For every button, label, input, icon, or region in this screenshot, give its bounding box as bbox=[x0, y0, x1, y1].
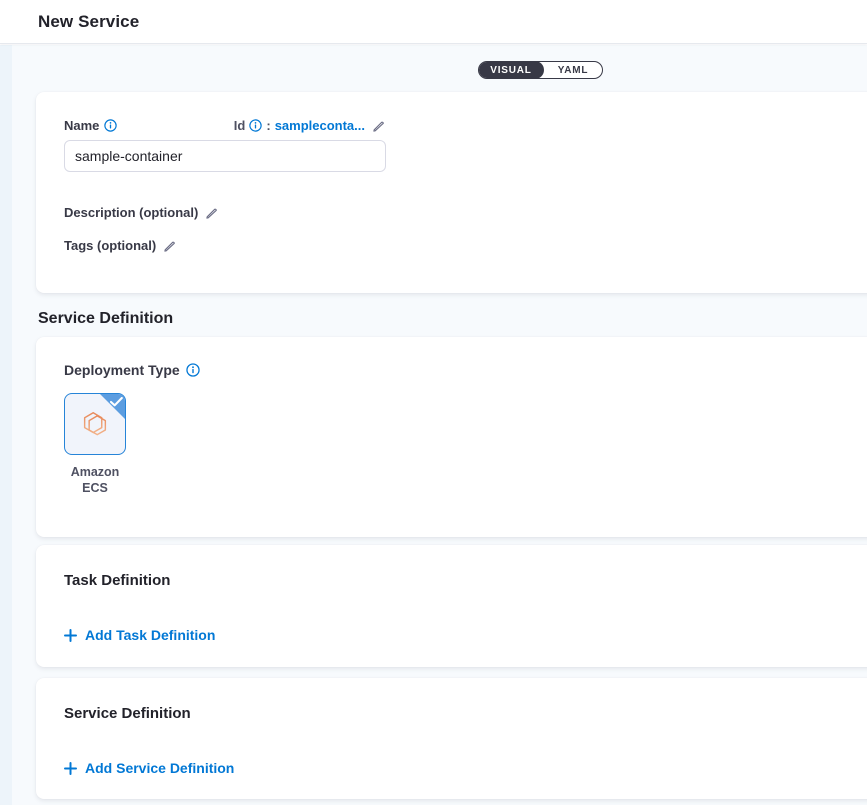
name-info-icon[interactable] bbox=[104, 119, 117, 132]
page-title: New Service bbox=[38, 12, 139, 32]
description-edit-pencil-icon[interactable] bbox=[205, 206, 219, 220]
deployment-option-amazon-ecs: Amazon ECS bbox=[64, 393, 126, 496]
service-definition-card: Service Definition Add Service Definitio… bbox=[36, 678, 867, 799]
add-task-definition-label: Add Task Definition bbox=[85, 627, 215, 643]
amazon-ecs-tile[interactable] bbox=[64, 393, 126, 455]
deployment-type-card: Deployment Type bbox=[36, 337, 867, 537]
id-info-icon[interactable] bbox=[249, 119, 262, 132]
tags-optional-row: Tags (optional) bbox=[64, 238, 177, 253]
service-name-input[interactable] bbox=[64, 140, 386, 172]
service-definition-heading: Service Definition bbox=[64, 705, 867, 722]
name-label-group: Name bbox=[64, 118, 117, 133]
toggle-yaml[interactable]: YAML bbox=[544, 62, 602, 78]
tags-edit-pencil-icon[interactable] bbox=[163, 239, 177, 253]
plus-icon bbox=[64, 762, 77, 775]
toggle-visual[interactable]: VISUAL bbox=[478, 61, 544, 79]
id-label: Id bbox=[234, 118, 246, 133]
description-label: Description (optional) bbox=[64, 205, 198, 220]
deployment-type-label: Deployment Type bbox=[64, 362, 180, 378]
add-service-definition-button[interactable]: Add Service Definition bbox=[64, 760, 234, 776]
service-definition-section-heading: Service Definition bbox=[38, 310, 173, 328]
name-label: Name bbox=[64, 118, 99, 133]
id-row: Id : sampleconta... bbox=[234, 118, 386, 133]
task-definition-heading: Task Definition bbox=[64, 572, 867, 589]
task-definition-card: Task Definition Add Task Definition bbox=[36, 545, 867, 667]
id-value[interactable]: sampleconta... bbox=[275, 118, 365, 133]
deployment-type-info-icon[interactable] bbox=[186, 363, 200, 377]
left-gutter bbox=[0, 45, 12, 805]
id-separator: : bbox=[266, 118, 270, 133]
add-task-definition-button[interactable]: Add Task Definition bbox=[64, 627, 215, 643]
page-header: New Service bbox=[0, 0, 867, 44]
visual-yaml-toggle[interactable]: VISUAL YAML bbox=[478, 61, 603, 79]
main-area: VISUAL YAML Name Id bbox=[0, 45, 867, 805]
selected-check-icon bbox=[110, 397, 123, 407]
plus-icon bbox=[64, 629, 77, 642]
tags-label: Tags (optional) bbox=[64, 238, 156, 253]
deployment-type-label-group: Deployment Type bbox=[64, 362, 200, 378]
add-service-definition-label: Add Service Definition bbox=[85, 760, 234, 776]
overview-card: Name Id : bbox=[36, 92, 867, 293]
name-id-row: Name Id : bbox=[64, 118, 386, 133]
amazon-ecs-label: Amazon ECS bbox=[64, 464, 126, 496]
description-optional-row: Description (optional) bbox=[64, 205, 219, 220]
id-edit-pencil-icon[interactable] bbox=[372, 119, 386, 133]
